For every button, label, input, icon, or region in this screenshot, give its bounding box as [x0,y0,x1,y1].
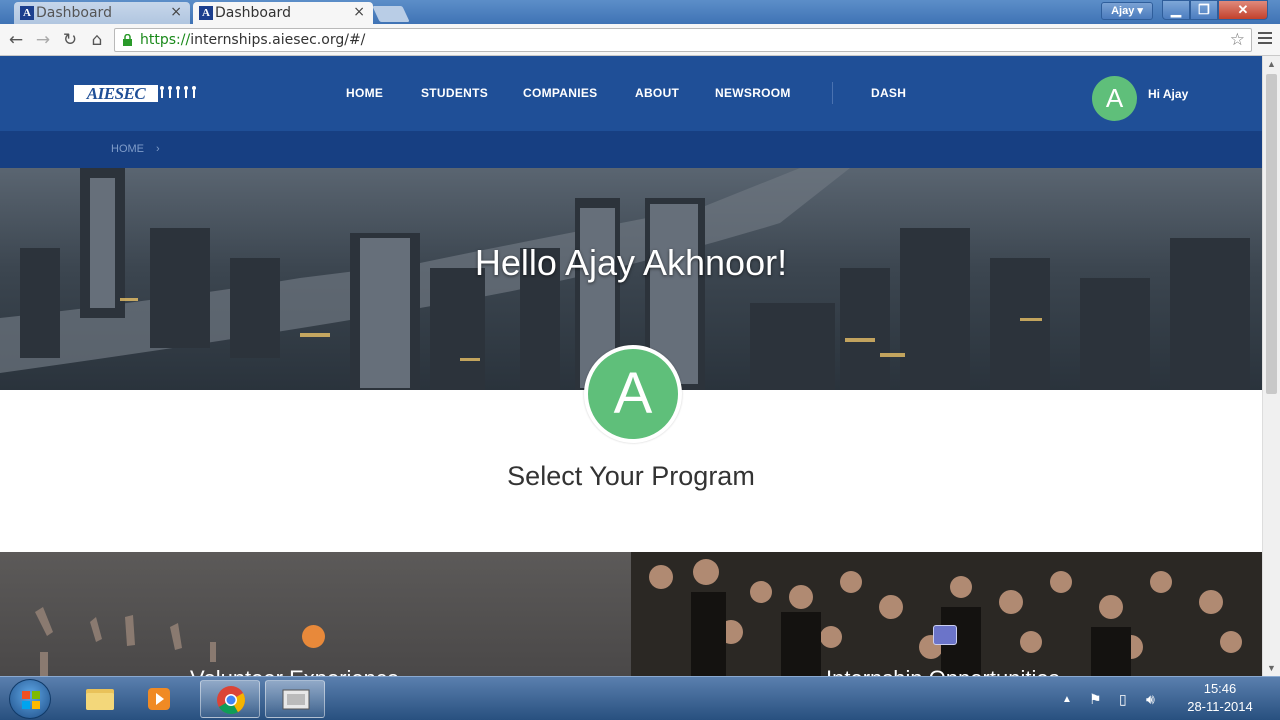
chevron-right-icon: › [156,143,160,155]
browser-tab-1[interactable]: A Dashboard × [14,2,190,24]
nav-students[interactable]: STUDENTS [421,86,488,100]
section-title: Select Your Program [507,461,755,491]
back-arrow-icon[interactable]: ← [6,30,26,50]
program-title: Internship Opportunities [826,666,1060,676]
battery-icon[interactable]: ▯ [1119,691,1127,708]
close-icon[interactable]: × [353,4,365,20]
profile-avatar[interactable]: A [584,345,682,443]
breadcrumb-home[interactable]: HOME [111,143,144,155]
contact-card-icon [933,625,957,645]
nav-divider [832,82,833,104]
logo-text: AIESEC [74,85,158,102]
show-hidden-icons-icon[interactable]: ▲ [1062,694,1072,705]
address-bar[interactable]: https://internships.aiesec.org/#/ ☆ [114,28,1252,52]
window-close-button[interactable]: ✕ [1218,0,1268,20]
globe-icon [302,625,325,648]
start-button[interactable] [9,679,51,719]
lock-icon [123,34,132,46]
url-text: https://internships.aiesec.org/#/ [140,32,366,48]
nav-companies[interactable]: COMPANIES [523,86,597,100]
windows-logo-icon [22,691,40,709]
site-header: AIESEC HOME STUDENTS COMPANIES ABOUT NEW… [0,56,1262,131]
crowd-photo [649,559,1242,676]
nav-newsroom[interactable]: NEWSROOM [715,86,791,100]
explorer-icon[interactable] [70,680,130,718]
program-card-internship[interactable]: Internship Opportunities [631,552,1262,676]
browser-toolbar: ← → ↻ ⌂ https://internships.aiesec.org/#… [0,24,1280,56]
chrome-icon[interactable] [200,680,260,718]
scroll-up-arrow-icon[interactable]: ▲ [1267,59,1276,69]
breadcrumb-bar: HOME › [0,131,1262,168]
nav-home[interactable]: HOME [346,86,383,100]
aiesec-favicon-icon: A [20,6,34,20]
aiesec-logo[interactable]: AIESEC [74,85,200,102]
clock-time: 15:46 [1203,681,1237,696]
close-icon[interactable]: × [170,4,182,20]
reload-icon[interactable]: ↻ [60,30,80,50]
clock-date: 28-11-2014 [1187,699,1253,714]
browser-tab-2[interactable]: A Dashboard × [193,2,373,24]
program-card-volunteer[interactable]: Volunteer Experience [0,552,631,676]
scroll-thumb[interactable] [1266,74,1277,394]
home-icon[interactable]: ⌂ [87,30,107,50]
system-clock[interactable]: 15:46 28-11-2014 [1178,680,1262,716]
minimize-button[interactable]: ▁ [1162,0,1190,20]
volunteers-photo [35,607,216,676]
browser-titlebar: A Dashboard × A Dashboard × Ajay ▾ ▁ ❐ ✕ [0,0,1280,24]
bookmark-star-icon[interactable]: ☆ [1230,30,1245,50]
page-scrollbar[interactable]: ▲ ▼ [1262,56,1280,676]
presentation-icon[interactable] [265,680,325,718]
media-player-icon[interactable] [130,680,190,718]
hero-title: Hello Ajay Akhnoor! [474,242,788,283]
taskbar: ▲ ⚑ ▯ 🔊︎ 15:46 28-11-2014 [0,676,1280,720]
program-title: Volunteer Experience [190,666,399,676]
forward-arrow-icon[interactable]: → [33,30,53,50]
scroll-down-arrow-icon[interactable]: ▼ [1267,663,1276,673]
page-viewport: AIESEC HOME STUDENTS COMPANIES ABOUT NEW… [0,56,1262,676]
profile-button[interactable]: Ajay ▾ [1101,2,1153,20]
nav-about[interactable]: ABOUT [635,86,679,100]
breadcrumb: HOME › [111,143,160,155]
volume-icon[interactable]: 🔊︎ [1146,691,1155,708]
aiesec-favicon-icon: A [199,6,213,20]
user-greeting[interactable]: Hi Ajay [1148,87,1188,101]
action-center-flag-icon[interactable]: ⚑ [1089,691,1102,708]
people-figures-icon [160,86,196,98]
menu-icon[interactable] [1258,32,1272,46]
new-tab-button[interactable] [372,6,410,22]
user-avatar[interactable]: A [1092,76,1137,121]
profile-name: Ajay [1111,5,1135,17]
tab-title: Dashboard [36,5,112,21]
tab-title: Dashboard [215,5,291,21]
nav-dash[interactable]: DASH [871,86,906,100]
maximize-button[interactable]: ❐ [1190,0,1218,20]
